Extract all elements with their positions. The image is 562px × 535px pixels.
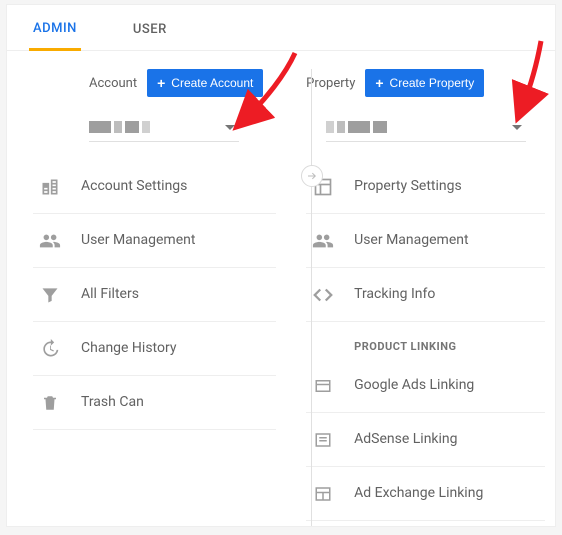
property-name-redacted xyxy=(326,121,387,133)
chevron-down-icon xyxy=(225,125,235,130)
building-icon xyxy=(33,177,67,197)
people-icon xyxy=(33,230,67,252)
link-arrow-icon xyxy=(301,165,323,187)
chevron-down-icon xyxy=(512,125,522,130)
create-property-button[interactable]: + Create Property xyxy=(365,69,484,97)
change-history-label: Change History xyxy=(81,340,221,358)
property-user-management-label: User Management xyxy=(354,232,494,250)
tracking-info-label: Tracking Info xyxy=(354,286,494,304)
tabs: ADMIN USER xyxy=(7,5,555,51)
adsense-linking-label: AdSense Linking xyxy=(354,431,494,449)
property-user-management-item[interactable]: User Management xyxy=(306,214,545,268)
trash-icon xyxy=(33,393,67,413)
all-filters-label: All Filters xyxy=(81,286,221,304)
change-history-item[interactable]: Change History xyxy=(33,322,276,376)
column-property: Property + Create Property Property Sett… xyxy=(286,69,545,521)
plus-icon: + xyxy=(375,76,383,90)
history-icon xyxy=(33,339,67,359)
column-account: Account + Create Account Account Setting… xyxy=(17,69,276,521)
google-ads-linking-label: Google Ads Linking xyxy=(354,377,494,395)
create-account-label: Create Account xyxy=(171,76,253,90)
plus-icon: + xyxy=(157,76,165,90)
account-user-management-label: User Management xyxy=(81,232,221,250)
all-filters-item[interactable]: All Filters xyxy=(33,268,276,322)
account-name-redacted xyxy=(89,121,150,133)
account-user-management-item[interactable]: User Management xyxy=(33,214,276,268)
ad-exchange-linking-label: Ad Exchange Linking xyxy=(354,485,494,503)
adsense-linking-item[interactable]: AdSense Linking xyxy=(306,413,545,467)
create-property-label: Create Property xyxy=(390,76,475,90)
admin-panel: ADMIN USER Account + Create Account xyxy=(6,4,556,527)
property-dropdown[interactable] xyxy=(326,115,526,142)
account-column-label: Account xyxy=(89,76,137,91)
account-settings-label: Account Settings xyxy=(81,178,221,196)
trash-can-label: Trash Can xyxy=(81,394,221,412)
property-settings-label: Property Settings xyxy=(354,178,494,196)
account-settings-item[interactable]: Account Settings xyxy=(33,160,276,214)
property-settings-item[interactable]: Property Settings xyxy=(306,160,545,214)
property-column-label: Property xyxy=(306,76,355,91)
columns: Account + Create Account Account Setting… xyxy=(7,51,555,521)
tab-admin[interactable]: ADMIN xyxy=(29,5,81,51)
google-ads-linking-item[interactable]: Google Ads Linking xyxy=(306,359,545,413)
create-account-button[interactable]: + Create Account xyxy=(147,69,263,97)
product-linking-heading: PRODUCT LINKING xyxy=(306,322,545,359)
column-divider xyxy=(311,69,312,526)
account-dropdown[interactable] xyxy=(89,115,239,142)
ad-exchange-linking-item[interactable]: Ad Exchange Linking xyxy=(306,467,545,521)
tab-user[interactable]: USER xyxy=(129,6,171,49)
filter-icon xyxy=(33,285,67,305)
trash-can-item[interactable]: Trash Can xyxy=(33,376,276,430)
tracking-info-item[interactable]: Tracking Info xyxy=(306,268,545,322)
